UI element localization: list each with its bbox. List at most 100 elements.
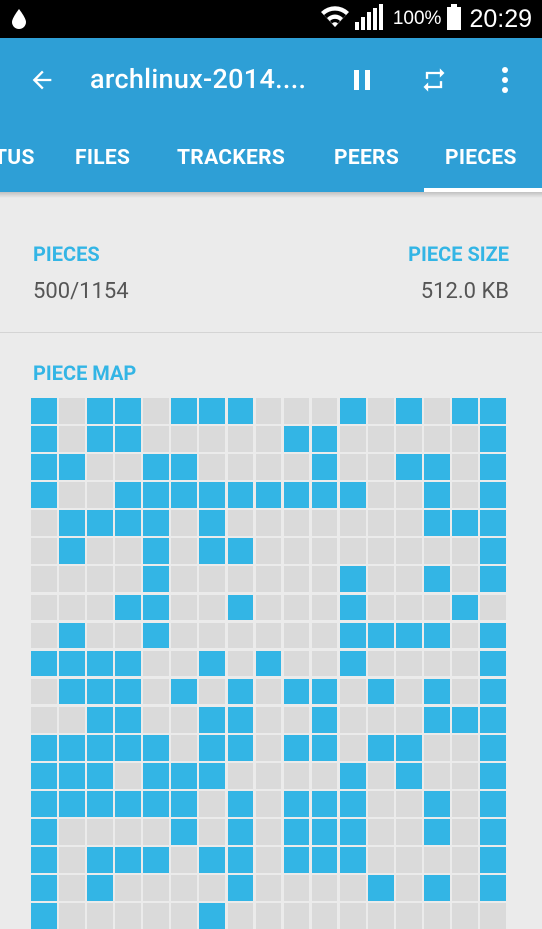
piece-cell-missing [452, 875, 478, 902]
piece-cell-missing [59, 426, 85, 452]
repeat-icon[interactable] [420, 66, 448, 98]
piece-cell-missing [171, 903, 198, 929]
tab-status[interactable]: TUS [0, 125, 35, 192]
piece-cell-have [171, 791, 198, 817]
piece-cell-have [480, 706, 506, 733]
piece-cell-missing [283, 875, 310, 902]
piece-cell-missing [143, 903, 169, 929]
piece-cell-missing [171, 622, 198, 649]
piece-cell-missing [31, 594, 57, 621]
piece-cell-have [424, 566, 450, 593]
piece-cell-missing [115, 763, 141, 789]
piece-cell-missing [59, 706, 85, 733]
piece-cell-missing [283, 706, 310, 733]
piece-cell-missing [255, 538, 282, 565]
piece-cell-have [424, 678, 450, 705]
status-bar: 100% 20:29 [0, 0, 542, 38]
piece-cell-missing [452, 678, 478, 705]
piece-cell-missing [171, 594, 198, 621]
piece-cell-missing [452, 482, 478, 508]
piece-cell-missing [452, 426, 478, 452]
piece-cell-have [311, 734, 338, 761]
piece-cell-missing [283, 538, 310, 565]
piece-cell-have [396, 734, 422, 761]
piece-cell-missing [452, 847, 478, 873]
piece-cell-missing [255, 454, 282, 480]
pause-icon[interactable] [350, 68, 374, 96]
piece-cell-have [143, 538, 169, 565]
piece-cell-missing [452, 538, 478, 565]
piece-cell-have [199, 903, 226, 929]
piece-cell-have [31, 398, 57, 424]
piece-cell-missing [452, 903, 478, 929]
piece-cell-have [480, 454, 506, 480]
piece-cell-have [31, 482, 57, 508]
piece-cell-have [339, 398, 366, 424]
piece-cell-have [115, 594, 141, 621]
piece-cell-have [31, 875, 57, 902]
back-arrow-icon[interactable] [28, 66, 56, 98]
tab-files[interactable]: FILES [75, 125, 130, 192]
piece-cell-missing [255, 622, 282, 649]
piece-cell-missing [59, 903, 85, 929]
piece-cell-have [171, 819, 198, 845]
piece-cell-missing [59, 819, 85, 845]
piece-cell-missing [311, 650, 338, 677]
piece-cell-missing [367, 903, 394, 929]
piece-cell-have [227, 538, 254, 565]
piece-cell-missing [255, 706, 282, 733]
piece-cell-missing [311, 398, 338, 424]
piece-cell-have [339, 482, 366, 508]
piece-cell-have [396, 398, 422, 424]
piece-cell-have [199, 482, 226, 508]
piece-cell-missing [424, 734, 450, 761]
piece-cell-missing [171, 706, 198, 733]
piece-cell-missing [367, 791, 394, 817]
tab-trackers[interactable]: TRACKERS [177, 125, 285, 192]
piece-cell-missing [255, 819, 282, 845]
drop-icon [12, 9, 26, 33]
piece-cell-have [424, 510, 450, 536]
piece-cell-missing [227, 454, 254, 480]
piece-cell-missing [424, 650, 450, 677]
tab-peers[interactable]: PEERS [334, 125, 399, 192]
piece-cell-missing [424, 594, 450, 621]
piece-cell-have [31, 847, 57, 873]
piece-cell-missing [311, 594, 338, 621]
piece-cell-have [87, 398, 113, 424]
piece-cell-have [339, 791, 366, 817]
piece-cell-missing [283, 510, 310, 536]
piece-cell-missing [396, 650, 422, 677]
piece-cell-have [311, 454, 338, 480]
piece-cell-missing [255, 791, 282, 817]
piece-cell-missing [339, 510, 366, 536]
piece-cell-have [227, 819, 254, 845]
piece-cell-missing [255, 510, 282, 536]
tab-bar: TUS FILES TRACKERS PEERS PIECES [0, 125, 542, 192]
piece-cell-have [31, 819, 57, 845]
tab-pieces[interactable]: PIECES [445, 125, 517, 192]
piece-cell-missing [115, 819, 141, 845]
piece-cell-missing [143, 426, 169, 452]
piece-cell-have [59, 538, 85, 565]
piece-cell-missing [339, 734, 366, 761]
piece-cell-have [396, 454, 422, 480]
piece-cell-missing [199, 791, 226, 817]
piece-cell-have [227, 791, 254, 817]
piece-cell-have [452, 706, 478, 733]
piece-cell-missing [199, 454, 226, 480]
piece-cell-have [480, 398, 506, 424]
piece-cell-missing [339, 875, 366, 902]
piece-cell-have [227, 482, 254, 508]
piece-cell-missing [171, 510, 198, 536]
piece-cell-missing [424, 398, 450, 424]
piece-map-label: PIECE MAP [33, 361, 137, 385]
piece-cell-missing [339, 903, 366, 929]
piece-cell-missing [171, 875, 198, 902]
piece-cell-have [199, 538, 226, 565]
piece-cell-have [59, 791, 85, 817]
more-vert-icon[interactable] [500, 66, 510, 98]
piece-cell-have [87, 426, 113, 452]
piece-cell-missing [227, 903, 254, 929]
piece-cell-missing [255, 763, 282, 789]
